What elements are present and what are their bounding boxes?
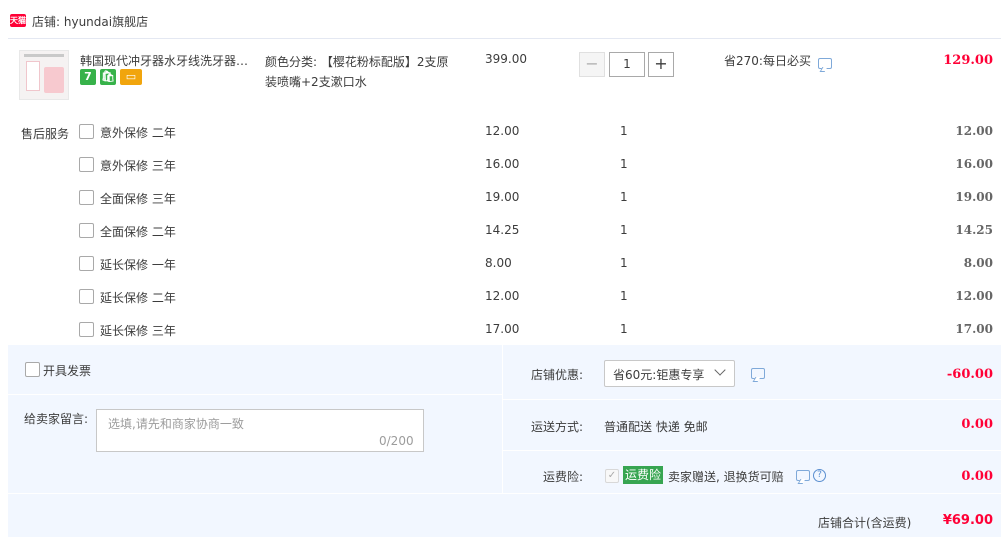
thumb-detail	[24, 54, 64, 57]
service-total: 17.00	[955, 322, 993, 336]
service-name: 延长保修 三年	[100, 324, 176, 338]
promotion-text: 省270:每日必买	[724, 54, 811, 68]
service-row: 延长保修 二年 12.00 1 12.00	[0, 283, 1001, 316]
chat-icon[interactable]	[751, 368, 765, 379]
service-checkbox[interactable]	[79, 190, 94, 205]
service-qty: 1	[620, 157, 628, 171]
insurance-badge: 运费险	[623, 466, 664, 484]
service-price: 16.00	[485, 157, 520, 171]
service-name: 全面保修 二年	[100, 225, 176, 239]
divider	[8, 394, 502, 395]
product-subtotal: 129.00	[943, 53, 993, 68]
service-row: 全面保修 二年 14.25 1 14.25	[0, 217, 1001, 250]
shipping-label: 运送方式:	[530, 420, 583, 434]
divider	[503, 450, 1001, 451]
shipping-amount: 0.00	[961, 417, 993, 432]
product-variant: 颜色分类: 【樱花粉标配版】2支原装喷嘴+2支漱口水	[265, 55, 449, 89]
quantity-increase-button[interactable]: +	[648, 52, 674, 77]
store-name-link[interactable]: 店铺: hyundai旗舰店	[32, 13, 148, 30]
service-checkbox[interactable]	[79, 322, 94, 337]
store-header	[0, 0, 1001, 38]
service-total: 8.00	[963, 256, 993, 270]
coupon-selected-value: 省60元:钜惠专享	[613, 368, 705, 382]
service-price: 12.00	[485, 289, 520, 303]
thumb-detail	[26, 61, 40, 91]
store-total-amount: ¥69.00	[942, 513, 993, 528]
invoice-label[interactable]: 开具发票	[43, 362, 91, 379]
service-total: 16.00	[955, 157, 993, 171]
service-checkbox[interactable]	[79, 289, 94, 304]
coupon-amount: -60.00	[946, 367, 993, 382]
thumb-detail	[44, 67, 64, 93]
insurance-amount: 0.00	[961, 469, 993, 484]
service-row: 意外保修 二年 12.00 1 12.00	[0, 118, 1001, 151]
service-price: 12.00	[485, 124, 520, 138]
seller-note-label: 给卖家留言:	[24, 412, 89, 426]
service-total: 12.00	[955, 124, 993, 138]
service-name: 延长保修 一年	[100, 258, 176, 272]
store-total-label: 店铺合计(含运费)	[818, 516, 912, 530]
service-name: 全面保修 三年	[100, 192, 176, 206]
service-qty: 1	[620, 190, 628, 204]
insurance-label: 运费险:	[542, 470, 583, 484]
shipping-method: 普通配送 快递 免邮	[604, 420, 708, 434]
seven-day-return-icon[interactable]: 7	[80, 69, 96, 85]
service-name: 意外保修 二年	[100, 126, 176, 140]
service-name: 意外保修 三年	[100, 159, 176, 173]
seller-note-char-count: 0/200	[379, 434, 414, 448]
unit-price: 399.00	[485, 52, 527, 66]
service-total: 19.00	[955, 190, 993, 204]
shopping-bag-icon[interactable]: 🛍	[100, 69, 116, 85]
divider	[503, 399, 1001, 400]
service-qty: 1	[620, 223, 628, 237]
service-row: 延长保修 一年 8.00 1 8.00	[0, 250, 1001, 283]
product-thumbnail[interactable]	[19, 50, 69, 100]
insurance-checkbox: ✓	[605, 469, 619, 483]
service-name: 延长保修 二年	[100, 291, 176, 305]
help-icon[interactable]: ?	[813, 469, 826, 482]
chat-icon[interactable]	[818, 58, 832, 69]
chat-icon[interactable]	[796, 470, 810, 481]
service-checkbox[interactable]	[79, 124, 94, 139]
service-price: 17.00	[485, 322, 520, 336]
coupon-label: 店铺优惠:	[530, 368, 583, 382]
service-price: 14.25	[485, 223, 520, 237]
quantity-decrease-button[interactable]: −	[579, 52, 605, 77]
quantity-input[interactable]: 1	[609, 52, 645, 77]
service-price: 19.00	[485, 190, 520, 204]
product-title-link[interactable]: 韩国现代冲牙器水牙线洗牙器家...	[80, 52, 258, 69]
service-price: 8.00	[485, 256, 512, 270]
service-qty: 1	[620, 322, 628, 336]
tmall-icon: 天猫	[10, 14, 26, 27]
service-checkbox[interactable]	[79, 223, 94, 238]
service-checkbox[interactable]	[79, 157, 94, 172]
service-checkbox[interactable]	[79, 256, 94, 271]
service-qty: 1	[620, 124, 628, 138]
insurance-text: 卖家赠送, 退换货可赔	[668, 470, 784, 484]
service-row: 意外保修 三年 16.00 1 16.00	[0, 151, 1001, 184]
service-total: 14.25	[955, 223, 993, 237]
invoice-checkbox[interactable]	[25, 362, 40, 377]
service-qty: 1	[620, 289, 628, 303]
seller-note-placeholder: 选填,请先和商家协商一致	[108, 417, 244, 431]
service-row: 全面保修 三年 19.00 1 19.00	[0, 184, 1001, 217]
service-total: 12.00	[955, 289, 993, 303]
service-qty: 1	[620, 256, 628, 270]
card-payment-icon[interactable]: ▭	[120, 69, 142, 85]
